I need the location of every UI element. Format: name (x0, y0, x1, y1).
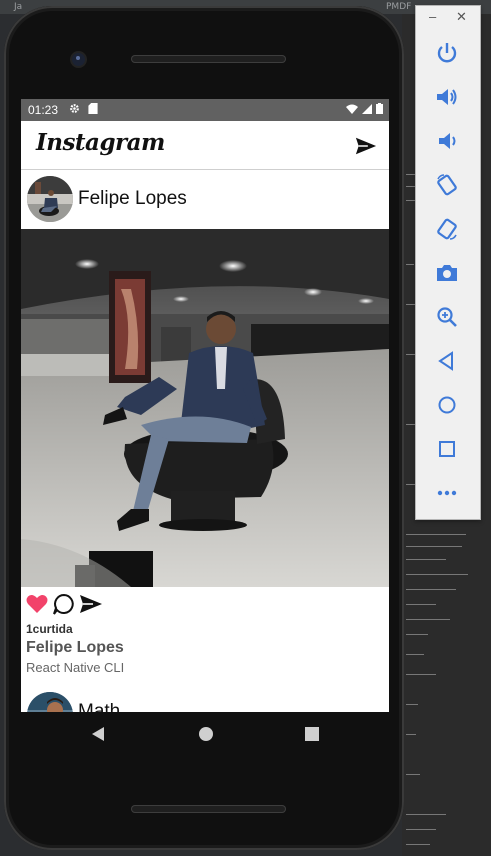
camera-icon[interactable] (435, 261, 459, 285)
next-post-author-name[interactable]: Math (78, 701, 120, 712)
caption-text: React Native CLI (26, 660, 125, 675)
minimize-button[interactable]: – (429, 9, 436, 24)
close-button[interactable]: ✕ (456, 9, 467, 25)
likes-count: 1curtida (26, 622, 73, 636)
volume-up-icon[interactable] (435, 85, 459, 109)
android-nav-bar (21, 712, 389, 756)
next-post-header: Math (21, 689, 389, 712)
sd-card-icon (88, 103, 98, 114)
app-header: Instagram (21, 121, 389, 170)
front-camera (72, 53, 85, 66)
desktop-right-label: PMDF (386, 2, 412, 12)
signal-icon (361, 104, 372, 114)
caption-author[interactable]: Felipe Lopes (26, 639, 124, 657)
back-icon[interactable] (435, 349, 459, 373)
post-header: Felipe Lopes (21, 170, 389, 229)
instagram-logo: Instagram (36, 129, 165, 156)
volume-down-icon[interactable] (435, 129, 459, 153)
overview-icon[interactable] (435, 437, 459, 461)
zoom-icon[interactable] (435, 305, 459, 329)
post-author-name[interactable]: Felipe Lopes (78, 188, 187, 210)
emulator-panel: – ✕ (415, 5, 481, 520)
post-photo[interactable] (21, 229, 389, 587)
heart-icon[interactable] (25, 592, 49, 616)
gear-icon (70, 104, 79, 113)
desktop-left-label: Ja (14, 2, 23, 12)
phone-screen: 01:23 Instagram Felipe Lopes 1curtida Fe… (21, 99, 389, 712)
comment-icon[interactable] (52, 592, 76, 616)
avatar[interactable] (27, 176, 73, 222)
back-icon[interactable] (89, 725, 107, 743)
more-icon[interactable] (435, 481, 459, 505)
recents-icon[interactable] (303, 725, 321, 743)
home-icon[interactable] (435, 393, 459, 417)
share-icon[interactable] (79, 592, 103, 616)
wifi-icon (345, 104, 358, 114)
status-bar: 01:23 (21, 99, 389, 121)
post-actions (21, 589, 389, 619)
paper-plane-icon[interactable] (355, 135, 377, 157)
top-speaker (131, 55, 286, 63)
power-icon[interactable] (435, 41, 459, 65)
rotate-left-icon[interactable] (435, 173, 459, 197)
avatar[interactable] (27, 692, 73, 712)
battery-icon (376, 103, 383, 114)
status-time: 01:23 (28, 103, 59, 117)
bottom-speaker (131, 805, 286, 813)
home-icon[interactable] (197, 725, 215, 743)
rotate-right-icon[interactable] (435, 217, 459, 241)
